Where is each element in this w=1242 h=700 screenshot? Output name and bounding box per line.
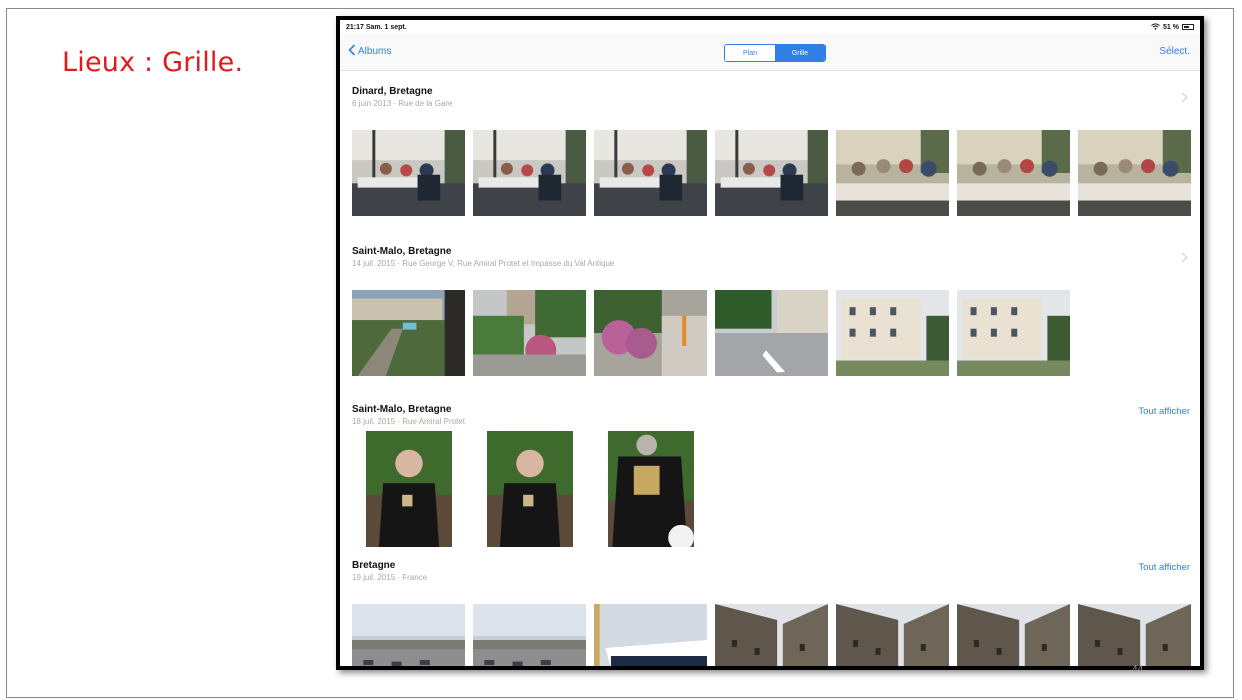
photo-thumbnail[interactable] xyxy=(957,604,1070,666)
photo-thumbnail[interactable] xyxy=(957,130,1070,216)
photo-thumbnail[interactable] xyxy=(473,604,586,666)
status-indicators: 51 % xyxy=(1151,22,1194,32)
status-bar: 21:17 Sam. 1 sept. 51 % xyxy=(340,20,1200,34)
photo-thumbnail[interactable] xyxy=(715,604,828,666)
show-all-link[interactable]: Tout afficher xyxy=(1138,406,1190,417)
photo-thumbnail[interactable] xyxy=(1078,130,1191,216)
view-segmented-control: Plan Grille xyxy=(724,44,826,62)
location-section: Saint-Malo, Bretagne 14 juil. 2015 · Rue … xyxy=(340,242,1200,376)
photo-thumbnail[interactable] xyxy=(608,431,694,547)
back-label: Albums xyxy=(358,46,392,57)
section-title[interactable]: Saint-Malo, Bretagne xyxy=(352,246,451,257)
photo-thumbnail[interactable] xyxy=(473,290,586,376)
photo-thumbnail[interactable] xyxy=(715,130,828,216)
photo-thumbnail[interactable] xyxy=(366,431,452,547)
section-subtitle: 6 juin 2013 · Rue de la Gare xyxy=(352,99,453,108)
photo-thumbnail[interactable] xyxy=(594,604,707,666)
chevron-left-icon xyxy=(348,44,356,59)
photo-thumbnail[interactable] xyxy=(836,290,949,376)
photo-thumbnail[interactable] xyxy=(1078,604,1191,666)
select-button[interactable]: Sélect. xyxy=(1159,46,1190,57)
photo-thumbnail[interactable] xyxy=(487,431,573,547)
wifi-icon xyxy=(1151,22,1160,32)
photo-thumbnail[interactable] xyxy=(594,290,707,376)
status-time-date: 21:17 Sam. 1 sept. xyxy=(346,23,407,31)
photo-thumbnail[interactable] xyxy=(352,604,465,666)
section-title[interactable]: Saint-Malo, Bretagne xyxy=(352,404,451,415)
section-subtitle: 19 juil. 2015 · France xyxy=(352,573,428,582)
location-section: Bretagne 19 juil. 2015 · France Tout affic… xyxy=(340,556,1200,666)
slide-title: Lieux : Grille. xyxy=(62,47,244,78)
photos-app-screen: 21:17 Sam. 1 sept. 51 % Albums Plan Gril… xyxy=(340,20,1200,666)
location-section: Saint-Malo, Bretagne 18 juil. 2015 · Rue … xyxy=(340,400,1200,547)
photo-thumbnail[interactable] xyxy=(352,290,465,376)
page-number: 44 xyxy=(1132,664,1144,675)
navigation-bar: Albums Plan Grille Sélect. xyxy=(340,34,1200,71)
photo-thumbnail[interactable] xyxy=(836,130,949,216)
chevron-right-icon[interactable] xyxy=(1177,92,1188,103)
ipad-screenshot: 21:17 Sam. 1 sept. 51 % Albums Plan Gril… xyxy=(336,16,1204,670)
section-title[interactable]: Bretagne xyxy=(352,560,395,571)
section-subtitle: 18 juil. 2015 · Rue Amiral Protet xyxy=(352,417,465,426)
battery-icon xyxy=(1182,24,1194,30)
photo-thumbnail[interactable] xyxy=(352,130,465,216)
photo-thumbnail[interactable] xyxy=(715,290,828,376)
photo-thumbnail[interactable] xyxy=(594,130,707,216)
section-subtitle: 14 juil. 2015 · Rue George V, Rue Amiral… xyxy=(352,259,615,268)
photo-thumbnail[interactable] xyxy=(473,130,586,216)
show-all-link[interactable]: Tout afficher xyxy=(1138,562,1190,573)
chevron-right-icon[interactable] xyxy=(1177,252,1188,263)
location-section: Dinard, Bretagne 6 juin 2013 · Rue de la … xyxy=(340,82,1200,216)
battery-percent: 51 % xyxy=(1163,23,1179,31)
section-title[interactable]: Dinard, Bretagne xyxy=(352,86,433,97)
segment-plan[interactable]: Plan xyxy=(725,45,775,61)
photo-thumbnail[interactable] xyxy=(957,290,1070,376)
photo-thumbnail[interactable] xyxy=(836,604,949,666)
segment-grille[interactable]: Grille xyxy=(775,45,825,61)
albums-back-button[interactable]: Albums xyxy=(348,44,391,59)
